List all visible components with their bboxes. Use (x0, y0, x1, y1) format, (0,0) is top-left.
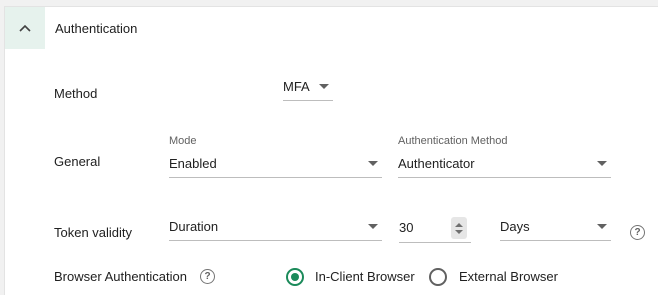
token-type-select[interactable]: Duration (169, 215, 382, 241)
browser-auth-label: Browser Authentication (54, 269, 187, 284)
caret-down-icon (597, 161, 607, 166)
external-browser-radio[interactable] (429, 268, 447, 286)
collapse-button[interactable] (5, 7, 45, 49)
mode-label: Mode (169, 135, 197, 147)
spin-buttons (451, 217, 467, 239)
authentication-panel: Authentication Method MFA General Mode E… (4, 6, 658, 295)
token-unit-value: Days (500, 219, 530, 234)
caret-down-icon (368, 161, 378, 166)
token-type-value: Duration (169, 219, 219, 234)
in-client-browser-label[interactable]: In-Client Browser (315, 269, 415, 284)
token-amount-value: 30 (399, 220, 414, 235)
auth-method-select[interactable]: Authenticator (398, 152, 611, 178)
in-client-browser-radio[interactable] (286, 268, 304, 286)
token-unit-select[interactable]: Days (500, 215, 611, 241)
section-header: Authentication (5, 7, 658, 49)
caret-down-icon (597, 224, 607, 229)
auth-method-label: Authentication Method (398, 135, 508, 147)
method-select[interactable]: MFA (283, 75, 333, 101)
chevron-up-icon (19, 24, 31, 32)
section-title: Authentication (55, 21, 138, 36)
caret-down-icon (319, 84, 329, 89)
method-value: MFA (283, 79, 310, 94)
mode-value: Enabled (169, 156, 217, 171)
method-label: Method (54, 86, 98, 101)
caret-down-icon (368, 224, 378, 229)
increment-icon[interactable] (455, 222, 463, 227)
decrement-icon[interactable] (455, 229, 463, 234)
external-browser-label[interactable]: External Browser (459, 269, 558, 284)
auth-method-value: Authenticator (398, 156, 475, 171)
mode-select[interactable]: Enabled (169, 152, 382, 178)
token-amount-stepper[interactable]: 30 (399, 215, 471, 243)
help-circle-icon[interactable]: ? (200, 269, 215, 284)
general-label: General (54, 154, 101, 169)
token-validity-label: Token validity (54, 225, 133, 240)
help-circle-icon[interactable]: ? (630, 225, 645, 240)
